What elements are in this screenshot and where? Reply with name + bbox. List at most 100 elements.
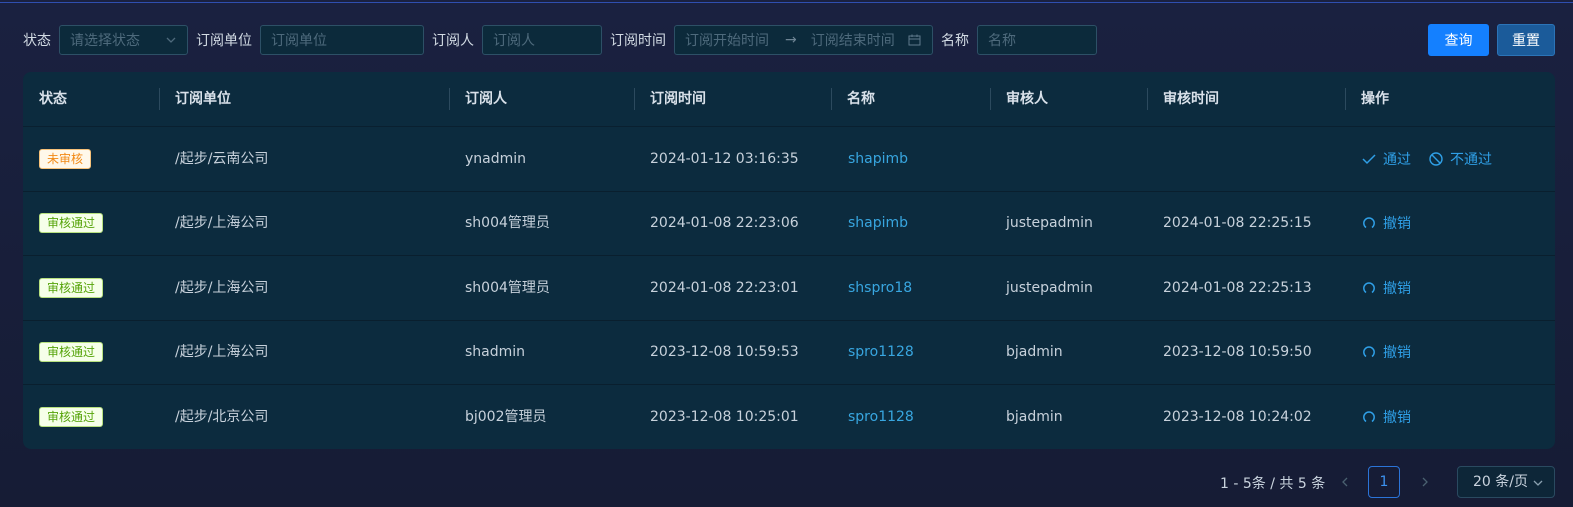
person-cell: shadmin: [465, 344, 526, 360]
column-header-reviewer: 审核人: [1006, 91, 1048, 107]
name-link[interactable]: spro1128: [848, 320, 914, 384]
status-badge: 审核通过: [39, 342, 104, 362]
person-cell: ynadmin: [465, 151, 527, 167]
chevron-down-icon: [1533, 480, 1543, 486]
name-input[interactable]: 名称: [977, 25, 1097, 55]
chevron-right-icon[interactable]: [1419, 476, 1431, 488]
reject-label: 不通过: [1450, 152, 1492, 168]
subscription-table: 状态 订阅单位 订阅人 订阅时间 名称 审核人 审核时间 操作 未审核 /起步/…: [23, 72, 1555, 449]
undo-icon: [1363, 411, 1375, 423]
time-start-placeholder[interactable]: 订阅开始时间: [685, 30, 769, 50]
status-select[interactable]: 请选择状态: [59, 25, 188, 55]
unit-cell: /起步/上海公司: [175, 215, 269, 231]
status-filter-label: 状态: [23, 33, 51, 49]
approve-label: 通过: [1383, 152, 1411, 168]
calendar-icon: [908, 34, 921, 46]
table-row: 审核通过 /起步/上海公司 shadmin 2023-12-08 10:59:5…: [23, 320, 1555, 385]
reject-button[interactable]: 不通过: [1429, 127, 1492, 191]
revoke-button[interactable]: 撤销: [1362, 256, 1411, 320]
time-cell: 2023-12-08 10:25:01: [650, 409, 799, 425]
unit-cell: /起步/上海公司: [175, 344, 269, 360]
column-divider: [449, 88, 450, 110]
name-link[interactable]: spro1128: [848, 385, 914, 449]
column-divider: [990, 88, 991, 110]
chevron-down-icon: [166, 37, 176, 43]
revoke-label: 撤销: [1383, 216, 1411, 232]
revoke-button[interactable]: 撤销: [1362, 191, 1411, 255]
ban-icon: [1429, 152, 1443, 166]
undo-icon: [1363, 346, 1375, 358]
table-row: 审核通过 /起步/上海公司 sh004管理员 2024-01-08 22:23:…: [23, 191, 1555, 256]
review-time-cell: 2024-01-08 22:25:13: [1163, 280, 1312, 296]
reviewer-cell: bjadmin: [1006, 344, 1063, 360]
pagination-total: 1 - 5条 / 共 5 条: [1220, 476, 1326, 492]
unit-cell: /起步/云南公司: [175, 151, 269, 167]
column-header-actions: 操作: [1361, 91, 1389, 107]
unit-input[interactable]: 订阅单位: [260, 25, 424, 55]
time-end-placeholder[interactable]: 订阅结束时间: [811, 30, 895, 50]
revoke-label: 撤销: [1383, 410, 1411, 426]
column-header-review-time: 审核时间: [1163, 91, 1219, 107]
query-button[interactable]: 查询: [1428, 24, 1489, 56]
page-size-select[interactable]: 20 条/页: [1457, 466, 1555, 498]
column-divider: [1147, 88, 1148, 110]
top-accent-line: [0, 2, 1573, 3]
status-badge: 审核通过: [39, 278, 104, 298]
review-time-cell: 2023-12-08 10:24:02: [1163, 409, 1312, 425]
reset-button[interactable]: 重置: [1497, 24, 1555, 56]
review-time-cell: 2023-12-08 10:59:50: [1163, 344, 1312, 360]
column-divider: [159, 88, 160, 110]
time-filter-label: 订阅时间: [610, 33, 666, 49]
table-row: 未审核 /起步/云南公司 ynadmin 2024-01-12 03:16:35…: [23, 127, 1555, 192]
unit-cell: /起步/上海公司: [175, 280, 269, 296]
status-badge: 未审核: [39, 149, 92, 169]
name-link[interactable]: shapimb: [848, 127, 908, 191]
unit-cell: /起步/北京公司: [175, 409, 269, 425]
revoke-label: 撤销: [1383, 281, 1411, 297]
review-time-cell: 2024-01-08 22:25:15: [1163, 215, 1312, 231]
column-header-person: 订阅人: [465, 91, 507, 107]
page-size-label: 20 条/页: [1473, 474, 1528, 490]
status-badge: 审核通过: [39, 407, 104, 427]
table-row: 审核通过 /起步/上海公司 sh004管理员 2024-01-08 22:23:…: [23, 256, 1555, 321]
person-filter-label: 订阅人: [432, 33, 474, 49]
person-cell: bj002管理员: [465, 409, 547, 425]
column-divider: [1345, 88, 1346, 110]
person-input-placeholder: 订阅人: [493, 33, 535, 49]
check-icon: [1362, 154, 1376, 165]
name-link[interactable]: shapimb: [848, 191, 908, 255]
name-input-placeholder: 名称: [988, 33, 1016, 49]
column-header-name: 名称: [847, 91, 875, 107]
column-header-status: 状态: [39, 91, 67, 107]
approve-button[interactable]: 通过: [1362, 127, 1411, 191]
reviewer-cell: justepadmin: [1006, 280, 1093, 296]
table-row: 审核通过 /起步/北京公司 bj002管理员 2023-12-08 10:25:…: [23, 385, 1555, 449]
time-range-picker[interactable]: 订阅开始时间 → 订阅结束时间: [674, 25, 933, 55]
unit-filter-label: 订阅单位: [196, 33, 252, 49]
person-input[interactable]: 订阅人: [482, 25, 602, 55]
pagination-page-1[interactable]: 1: [1368, 466, 1400, 498]
column-header-unit: 订阅单位: [175, 91, 231, 107]
filter-bar: 状态 请选择状态 订阅单位 订阅单位 订阅人 订阅人 订阅时间 订阅开始时间 →…: [23, 24, 1105, 56]
column-divider: [634, 88, 635, 110]
undo-icon: [1363, 217, 1375, 229]
time-cell: 2024-01-08 22:23:06: [650, 215, 799, 231]
reviewer-cell: justepadmin: [1006, 215, 1093, 231]
time-cell: 2024-01-08 22:23:01: [650, 280, 799, 296]
page: 状态 请选择状态 订阅单位 订阅单位 订阅人 订阅人 订阅时间 订阅开始时间 →…: [0, 0, 1573, 507]
table-header: 状态 订阅单位 订阅人 订阅时间 名称 审核人 审核时间 操作: [23, 72, 1555, 127]
name-link[interactable]: shspro18: [848, 256, 912, 320]
person-cell: sh004管理员: [465, 280, 550, 296]
range-arrow-icon: →: [785, 32, 797, 48]
time-cell: 2024-01-12 03:16:35: [650, 151, 799, 167]
time-cell: 2023-12-08 10:59:53: [650, 344, 799, 360]
name-filter-label: 名称: [941, 33, 969, 49]
unit-input-placeholder: 订阅单位: [271, 33, 327, 49]
status-select-placeholder: 请选择状态: [70, 33, 140, 49]
person-cell: sh004管理员: [465, 215, 550, 231]
column-header-time: 订阅时间: [650, 91, 706, 107]
reviewer-cell: bjadmin: [1006, 409, 1063, 425]
revoke-button[interactable]: 撤销: [1362, 385, 1411, 449]
chevron-left-icon[interactable]: [1339, 476, 1351, 488]
revoke-button[interactable]: 撤销: [1362, 320, 1411, 384]
